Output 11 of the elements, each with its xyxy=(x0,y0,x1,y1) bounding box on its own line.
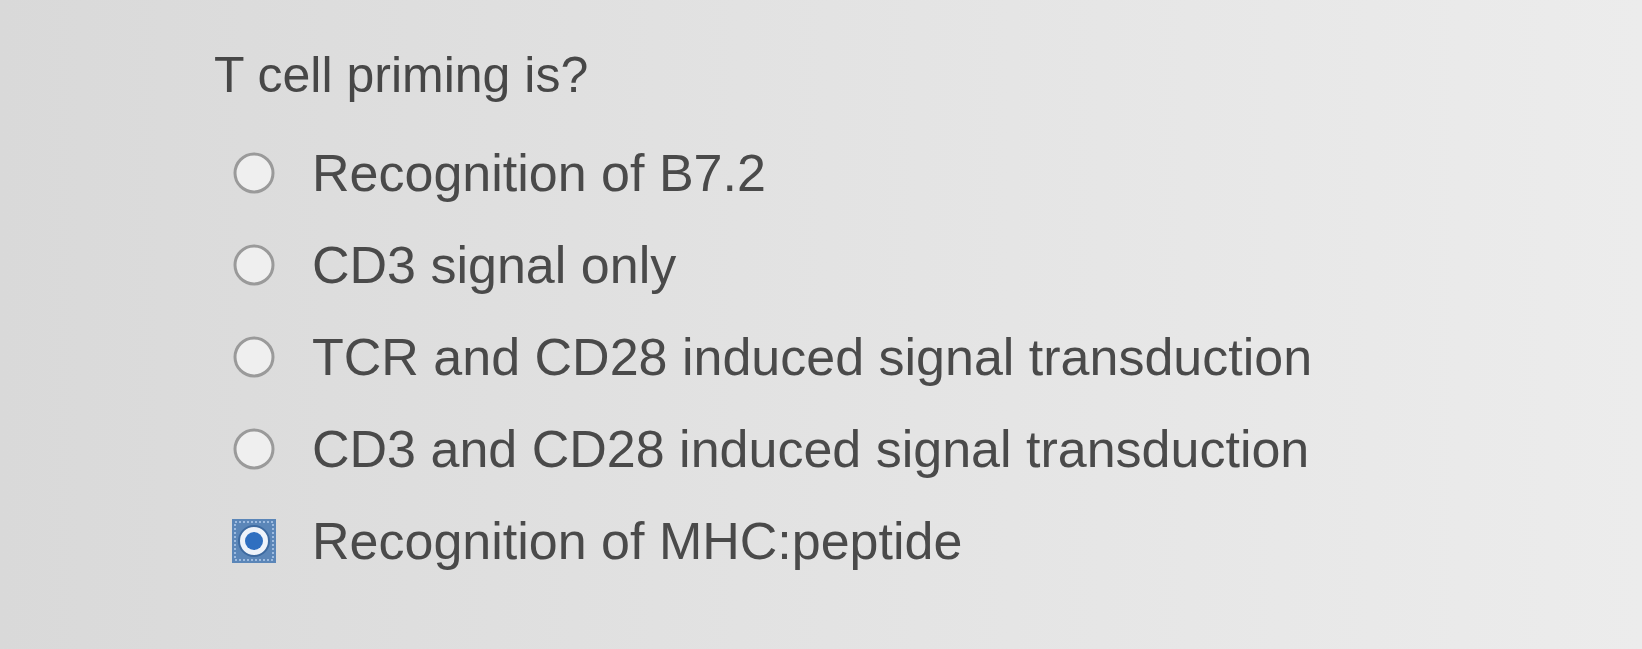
question-text: T cell priming is? xyxy=(214,46,589,105)
option-label: Recognition of B7.2 xyxy=(312,143,766,204)
radio-button[interactable] xyxy=(232,243,276,287)
radio-button[interactable] xyxy=(232,335,276,379)
option-label: TCR and CD28 induced signal transduction xyxy=(312,327,1313,388)
radio-button[interactable] xyxy=(232,519,276,563)
radio-button[interactable] xyxy=(232,151,276,195)
option-label: Recognition of MHC:peptide xyxy=(312,511,963,572)
option-label: CD3 signal only xyxy=(312,235,677,296)
radio-button[interactable] xyxy=(232,427,276,471)
option-label: CD3 and CD28 induced signal transduction xyxy=(312,419,1310,480)
